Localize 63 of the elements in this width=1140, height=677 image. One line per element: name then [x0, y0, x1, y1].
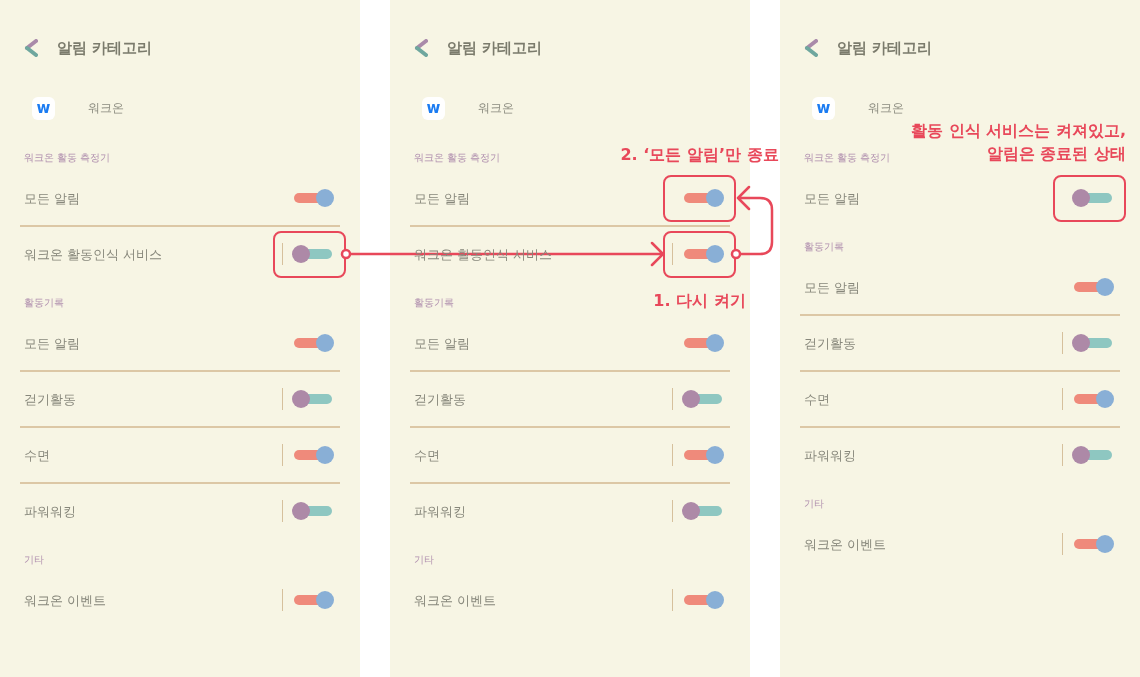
- app-logo: w: [422, 96, 445, 120]
- setting-label: 수면: [804, 392, 830, 407]
- toggle-switch[interactable]: [1072, 189, 1114, 207]
- section-label: 워크온 활동 측정기: [804, 150, 891, 165]
- toggle-switch[interactable]: [1072, 535, 1114, 553]
- back-icon[interactable]: [24, 39, 38, 57]
- toggle-switch[interactable]: [292, 334, 334, 352]
- page-title: 알림 카테고리: [57, 37, 153, 59]
- annotation-text: 활동 인식 서비스는 켜져있고, 알림은 종료된 상태: [911, 119, 1126, 165]
- setting-label: 워크온 이벤트: [804, 537, 887, 552]
- app-logo: w: [812, 96, 835, 120]
- section-label: 활동기록: [24, 295, 64, 310]
- setting-label: 워크온 활동인식 서비스: [24, 247, 163, 262]
- section-label: 워크온 활동 측정기: [414, 150, 501, 165]
- section-label: 워크온 활동 측정기: [24, 150, 111, 165]
- app-logo: w: [32, 96, 55, 120]
- app-name: 워크온: [478, 100, 514, 117]
- toggle-switch[interactable]: [1072, 446, 1114, 464]
- section-label: 활동기록: [414, 295, 454, 310]
- toggle-switch[interactable]: [682, 189, 724, 207]
- toggle-switch[interactable]: [292, 245, 334, 263]
- setting-label: 모든 알림: [24, 191, 81, 206]
- setting-label: 모든 알림: [804, 191, 861, 206]
- setting-label: 워크온 이벤트: [414, 593, 497, 608]
- app-name: 워크온: [868, 100, 904, 117]
- setting-label: 파워워킹: [414, 504, 466, 519]
- section-label: 활동기록: [804, 239, 844, 254]
- toggle-switch[interactable]: [682, 245, 724, 263]
- setting-label: 모든 알림: [414, 336, 471, 351]
- toggle-switch[interactable]: [292, 390, 334, 408]
- toggle-switch[interactable]: [682, 334, 724, 352]
- back-icon[interactable]: [804, 39, 818, 57]
- setting-label: 걷기활동: [804, 336, 856, 351]
- setting-label: 수면: [24, 448, 50, 463]
- toggle-switch[interactable]: [1072, 278, 1114, 296]
- setting-label: 걷기활동: [414, 392, 466, 407]
- section-label: 기타: [414, 552, 434, 567]
- toggle-switch[interactable]: [682, 446, 724, 464]
- section-label: 기타: [804, 496, 824, 511]
- toggle-switch[interactable]: [1072, 334, 1114, 352]
- annotation-text: 2. ‘모든 알림’만 종료: [620, 143, 779, 166]
- toggle-switch[interactable]: [682, 591, 724, 609]
- setting-label: 걷기활동: [24, 392, 76, 407]
- setting-label: 파워워킹: [24, 504, 76, 519]
- setting-label: 워크온 이벤트: [24, 593, 107, 608]
- toggle-switch[interactable]: [292, 502, 334, 520]
- app-name: 워크온: [88, 100, 124, 117]
- page-title: 알림 카테고리: [837, 37, 933, 59]
- setting-label: 파워워킹: [804, 448, 856, 463]
- toggle-switch[interactable]: [292, 446, 334, 464]
- setting-label: 모든 알림: [24, 336, 81, 351]
- annotation-text: 1. 다시 켜기: [653, 289, 746, 312]
- back-icon[interactable]: [414, 39, 428, 57]
- toggle-switch[interactable]: [292, 189, 334, 207]
- toggle-switch[interactable]: [682, 390, 724, 408]
- setting-label: 모든 알림: [414, 191, 471, 206]
- section-label: 기타: [24, 552, 44, 567]
- toggle-switch[interactable]: [292, 591, 334, 609]
- setting-label: 모든 알림: [804, 280, 861, 295]
- setting-label: 수면: [414, 448, 440, 463]
- page-title: 알림 카테고리: [447, 37, 543, 59]
- toggle-switch[interactable]: [1072, 390, 1114, 408]
- toggle-switch[interactable]: [682, 502, 724, 520]
